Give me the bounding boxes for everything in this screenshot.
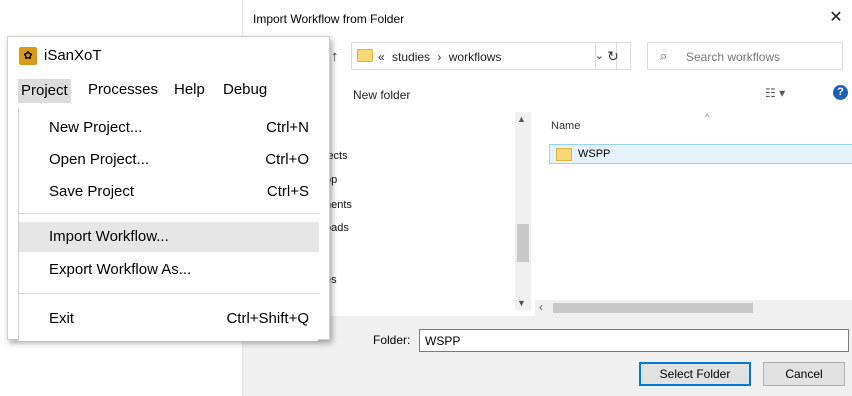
search-input[interactable]: Search workflows xyxy=(686,50,780,64)
app-title: iSanXoT xyxy=(44,47,102,64)
folder-field[interactable] xyxy=(419,329,849,352)
menu-item-export-workflow[interactable]: Export Workflow As... xyxy=(19,255,319,285)
breadcrumb-item-workflows[interactable]: workflows xyxy=(449,50,502,64)
menu-item-label: New Project... xyxy=(49,119,143,136)
sort-arrow-icon: ^ xyxy=(705,112,710,122)
cancel-button[interactable]: Cancel xyxy=(763,362,845,386)
menu-item-label: Export Workflow As... xyxy=(49,261,192,278)
dialog-title: Import Workflow from Folder xyxy=(253,12,405,26)
up-arrow-icon[interactable]: ↑ xyxy=(331,48,339,65)
file-list-hscrollbar[interactable]: ‹ xyxy=(535,300,852,316)
breadcrumb: « studies › workflows xyxy=(378,50,505,64)
view-options-icon[interactable]: ☷ ▾ xyxy=(765,86,785,100)
dialog-footer: Folder: Select Folder Cancel xyxy=(243,316,852,396)
folder-icon xyxy=(357,49,373,62)
breadcrumb-separator: › xyxy=(437,50,442,64)
menu-separator xyxy=(19,213,319,214)
menubar: Project Processes Help Debug xyxy=(8,79,329,103)
menu-item-shortcut: Ctrl+S xyxy=(266,183,309,200)
file-name: WSPP xyxy=(578,148,611,160)
menu-item-shortcut: Ctrl+O xyxy=(265,151,309,168)
menu-separator xyxy=(19,293,319,294)
nav-scrollbar[interactable]: ▲ ▼ xyxy=(515,112,531,310)
app-window: ✿ iSanXoT Project Processes Help Debug N… xyxy=(7,36,330,341)
refresh-icon[interactable]: ↻ xyxy=(595,42,631,70)
search-box[interactable]: ⌕ Search workflows xyxy=(647,42,843,70)
scroll-thumb[interactable] xyxy=(517,224,529,262)
menu-debug[interactable]: Debug xyxy=(223,81,267,98)
scroll-up-icon[interactable]: ▲ xyxy=(517,114,526,124)
project-menu-dropdown: New Project... Ctrl+N Open Project... Ct… xyxy=(18,109,319,341)
address-bar[interactable]: « studies › workflows ⌄ xyxy=(351,42,617,70)
menu-processes[interactable]: Processes xyxy=(88,81,158,98)
breadcrumb-item-studies[interactable]: studies xyxy=(392,50,430,64)
close-icon[interactable]: ✕ xyxy=(824,6,848,30)
menu-item-label: Save Project xyxy=(49,183,135,200)
new-folder-button[interactable]: New folder xyxy=(353,88,410,102)
list-item[interactable]: WSPP xyxy=(549,144,852,164)
scroll-down-icon[interactable]: ▼ xyxy=(517,298,526,308)
app-titlebar: ✿ iSanXoT xyxy=(8,37,329,75)
menu-item-save-project[interactable]: Save Project Ctrl+S xyxy=(19,177,319,207)
menu-help[interactable]: Help xyxy=(174,81,205,98)
select-folder-button[interactable]: Select Folder xyxy=(639,362,751,386)
folder-icon xyxy=(556,148,572,161)
menu-item-label: Open Project... xyxy=(49,151,150,168)
menu-item-label: Exit xyxy=(49,310,75,327)
import-folder-dialog: Import Workflow from Folder ✕ ↑ « studie… xyxy=(242,0,852,396)
menu-item-label: Import Workflow... xyxy=(49,228,169,245)
breadcrumb-overflow[interactable]: « xyxy=(378,50,385,64)
menu-item-open-project[interactable]: Open Project... Ctrl+O xyxy=(19,145,319,175)
column-header-name[interactable]: Name xyxy=(551,120,580,132)
file-list: ^ Name WSPP xyxy=(535,112,852,300)
menu-project[interactable]: Project xyxy=(18,79,71,103)
menu-item-shortcut: Ctrl+Shift+Q xyxy=(226,310,309,327)
help-icon[interactable]: ? xyxy=(833,85,848,100)
app-logo-icon: ✿ xyxy=(19,47,37,65)
menu-item-import-workflow[interactable]: Import Workflow... xyxy=(19,222,319,252)
hscroll-thumb[interactable] xyxy=(553,303,753,313)
scroll-left-icon[interactable]: ‹ xyxy=(539,300,543,314)
menu-item-new-project[interactable]: New Project... Ctrl+N xyxy=(19,113,319,143)
folder-label: Folder: xyxy=(373,333,411,347)
menu-item-exit[interactable]: Exit Ctrl+Shift+Q xyxy=(19,304,319,334)
search-icon: ⌕ xyxy=(660,48,668,63)
menu-item-shortcut: Ctrl+N xyxy=(266,119,309,136)
